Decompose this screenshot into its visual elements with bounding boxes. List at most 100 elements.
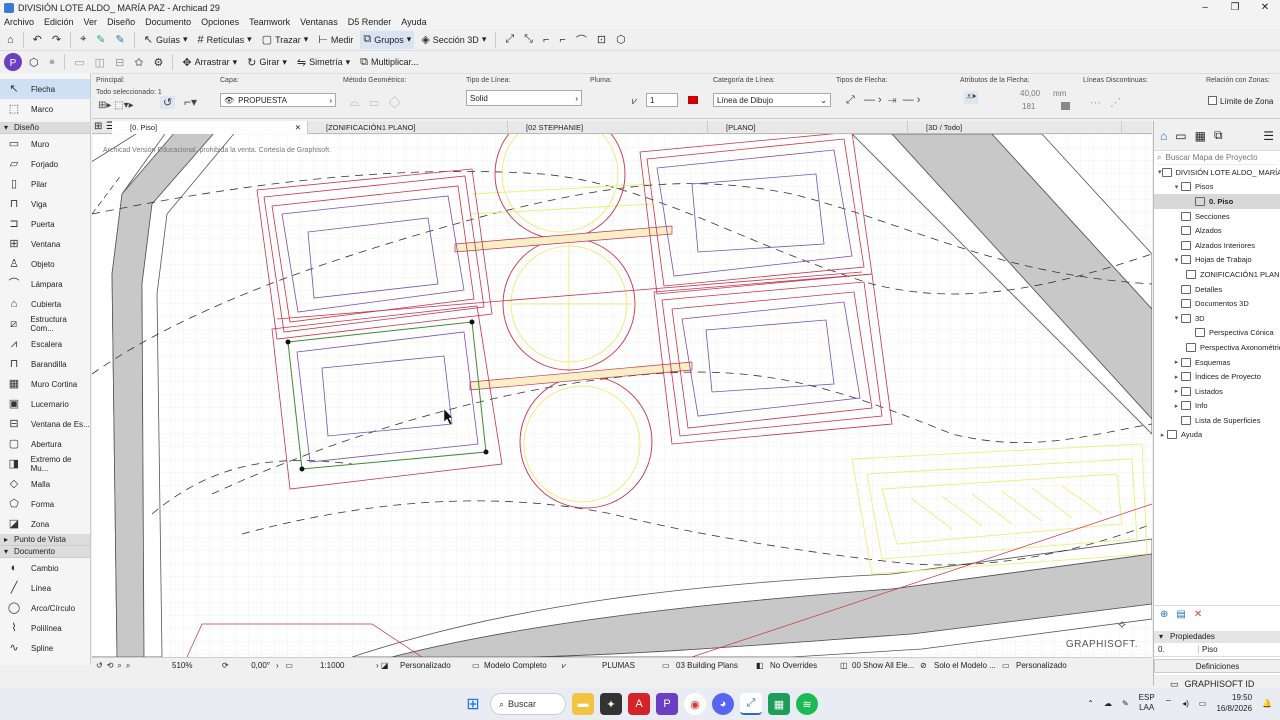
tool-ventana-de-es[interactable]: ⊟ Ventana de Es... (0, 414, 90, 434)
properties-header[interactable]: Propiedades (1154, 631, 1280, 643)
tool-spline[interactable]: ∿ Spline (0, 638, 90, 658)
profile-icon[interactable]: P (4, 53, 22, 71)
offset-icon[interactable]: ⌒ (573, 31, 590, 49)
tree-toggle-icon[interactable]: ▸ (1158, 431, 1167, 439)
menu-ventanas[interactable]: Ventanas (300, 17, 338, 27)
pen-number-input[interactable]: 1 (646, 93, 678, 107)
redo-icon[interactable]: ↷ (49, 31, 64, 49)
undo-icon[interactable]: ↶ (30, 31, 45, 49)
layer-select[interactable]: 👁 PROPUESTA › (220, 93, 336, 107)
tree-node[interactable]: ZONIFICACIÓN1 PLANO (Inde (1154, 267, 1280, 282)
tool-extremo-de-mu[interactable]: ◨ Extremo de Mu... (0, 454, 90, 474)
wifi-icon[interactable]: ⌔ (1165, 698, 1173, 708)
acrobat-icon[interactable]: A (628, 693, 650, 715)
intersect-icon[interactable]: ⌐ (540, 31, 552, 49)
measure-button[interactable]: ⊢ Medir (315, 31, 356, 49)
layers-icon[interactable]: ⊟ (112, 53, 127, 71)
chrome-icon[interactable]: ◉ (684, 693, 706, 715)
tree-toggle-icon[interactable]: ▸ (1172, 402, 1181, 410)
notifications-icon[interactable]: 🔔 (1262, 699, 1272, 708)
navigator-menu-icon[interactable]: ☰ (1263, 129, 1274, 143)
tool-polilínea[interactable]: ⌇ Polilínea (0, 618, 90, 638)
marquee-tool[interactable]: ⬚ Marco (0, 99, 90, 119)
zone-boundary-checkbox[interactable] (1208, 96, 1217, 105)
tool-pilar[interactable]: ▯ Pilar (0, 174, 90, 194)
tree-node[interactable]: ▸ Info (1154, 399, 1280, 414)
tree-node[interactable]: Lista de Superficies (1154, 413, 1280, 428)
tab-stephanie[interactable]: [02 STEPHANIE] (508, 121, 708, 134)
syringe-icon[interactable]: ✎ (113, 31, 128, 49)
tool-barandilla[interactable]: ⊓ Barandilla (0, 354, 90, 374)
fillet-icon[interactable]: ⌐ (556, 31, 568, 49)
tab-floor-plan[interactable]: [0. Piso] ✕ (112, 121, 308, 134)
tree-toggle-icon[interactable]: ▾ (1158, 168, 1162, 176)
arrow-size-input[interactable]: 40,00 (1020, 89, 1040, 98)
tree-node[interactable]: ▸ Esquemas (1154, 355, 1280, 370)
model-view[interactable]: Modelo Completo (484, 661, 562, 670)
tree-node[interactable]: Secciones (1154, 209, 1280, 224)
clone-folder-icon[interactable]: ▤ (1176, 609, 1185, 620)
battery-icon[interactable]: ▭ (1199, 699, 1207, 708)
camera-icon[interactable]: ◫ (92, 53, 108, 71)
home-icon[interactable]: ⌂ (4, 31, 17, 49)
groups-button[interactable]: ⧉ Grupos ▾ (360, 30, 415, 49)
tool-ventana[interactable]: ⊞ Ventana (0, 234, 90, 254)
new-view-icon[interactable]: ⊕ (1160, 609, 1168, 620)
menu-d5-render[interactable]: D5 Render (348, 17, 392, 27)
sphere-icon[interactable]: ● (46, 53, 59, 71)
arrow-type-icons[interactable]: ⤢ — › ⇥ — › (846, 94, 920, 107)
tool-cambio[interactable]: ◐ Cambio (0, 558, 90, 578)
green-app-icon[interactable]: ▦ (768, 693, 790, 715)
navigation-compass-icon[interactable]: ✧ (1117, 618, 1127, 632)
structure-display[interactable]: Solo el Modelo ... (934, 661, 1002, 670)
minimize-button[interactable]: – (1190, 0, 1220, 15)
rotate-button[interactable]: ↻ Girar ▾ (244, 53, 290, 71)
tree-node[interactable]: ▾ Pisos (1154, 180, 1280, 195)
tool-forma[interactable]: ⬠ Forma (0, 494, 90, 514)
publisher-icon[interactable]: ⧉ (1214, 128, 1223, 143)
project-map-search[interactable]: ⌕ Buscar Mapa de Proyecto (1157, 151, 1277, 165)
tool-línea[interactable]: ╱ Línea (0, 578, 90, 598)
spotify-icon[interactable]: ≋ (796, 693, 818, 715)
viewpoint-section-header[interactable]: Punto de Vista (0, 534, 90, 546)
plant-icon[interactable]: ✿ (131, 53, 146, 71)
menu-ver[interactable]: Ver (84, 17, 98, 27)
taskbar-search[interactable]: ⌕ Buscar (490, 693, 566, 715)
tab-layout-icon[interactable]: ⊞ (94, 121, 102, 132)
tree-node[interactable]: Perspectiva Cónica (1154, 326, 1280, 341)
tool-objeto[interactable]: ♙ Objeto (0, 254, 90, 274)
line-type-select[interactable]: Solid › (466, 90, 582, 106)
delete-icon[interactable]: ✕ (1194, 609, 1202, 620)
tree-node[interactable]: ▾ 3D (1154, 311, 1280, 326)
tree-toggle-icon[interactable]: ▸ (1172, 387, 1181, 395)
volume-icon[interactable]: ◂) (1182, 699, 1189, 708)
eyedropper-icon[interactable]: ✎ (93, 31, 108, 49)
tool-lucernario[interactable]: ▣ Lucernario (0, 394, 90, 414)
tree-node[interactable]: Perspectiva Axonométrica (1154, 340, 1280, 355)
tree-node[interactable]: ▸ Ayuda (1154, 428, 1280, 443)
menu-dise-o[interactable]: Diseño (107, 17, 135, 27)
tool-muro[interactable]: ▭ Muro (0, 134, 90, 154)
arrow-tool[interactable]: ↖ Flecha (0, 79, 90, 99)
language-indicator[interactable]: ESP LAA (1139, 693, 1155, 713)
tree-toggle-icon[interactable]: ▾ (1172, 256, 1181, 264)
clock[interactable]: 19:50 16/8/2026 (1216, 692, 1252, 714)
close-button[interactable]: ✕ (1250, 0, 1280, 15)
layout-book-icon[interactable]: ▦ (1195, 129, 1206, 143)
tree-toggle-icon[interactable]: ▾ (1172, 314, 1181, 322)
tool-puerta[interactable]: ⊐ Puerta (0, 214, 90, 234)
arrow-pen-input[interactable]: 181 (1022, 102, 1035, 111)
geometry-method-icons[interactable]: ⌓ ▭ ◇ (350, 95, 401, 110)
view-map-icon[interactable]: ▭ (1175, 129, 1186, 143)
tool-zona[interactable]: ◪ Zona (0, 514, 90, 534)
drawing-canvas[interactable]: ✧ Archicad Versión Educacional, prohibid… (92, 134, 1152, 657)
cloud-icon[interactable]: ☁ (1104, 699, 1112, 708)
zoom-icons[interactable]: ↺⟲⌕⌕ (92, 661, 172, 671)
tree-node[interactable]: 0. Piso (1154, 194, 1280, 209)
resize-icon[interactable]: ⊡ (594, 31, 609, 49)
tool-lámpara[interactable]: ⌒ Lámpara (0, 274, 90, 294)
drag-button[interactable]: ✥ Arrastrar ▾ (179, 53, 240, 71)
tree-toggle-icon[interactable]: ▾ (1172, 183, 1181, 191)
tray-chevron-icon[interactable]: ⌃ (1087, 699, 1094, 708)
multiply-button[interactable]: ⧉ Multiplicar... (357, 53, 421, 71)
